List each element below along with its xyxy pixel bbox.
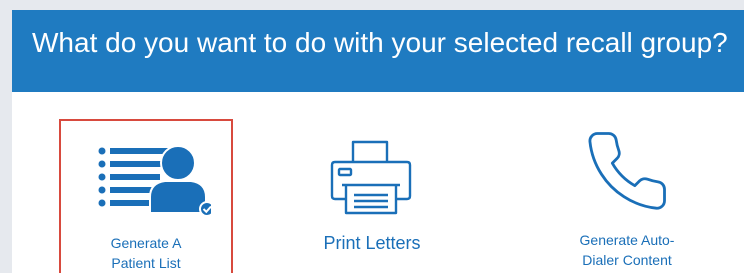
dialog-header: What do you want to do with your selecte… [12,10,744,92]
recall-action-dialog: What do you want to do with your selecte… [12,10,744,273]
generate-auto-dialer-option[interactable]: Generate Auto- Dialer Content [552,118,702,273]
generate-patient-list-line2: Patient List [111,255,181,271]
print-letters-option[interactable]: Print Letters [302,130,442,260]
generate-auto-dialer-line1: Generate Auto- [579,232,675,248]
generate-patient-list-label: Generate A Patient List [61,233,231,273]
generate-patient-list-line1: Generate A [110,235,182,251]
print-letters-label: Print Letters [323,233,421,253]
generate-auto-dialer-label: Generate Auto- Dialer Content [552,230,702,270]
dialog-title: What do you want to do with your selecte… [32,27,728,58]
generate-auto-dialer-line2: Dialer Content [582,252,672,268]
generate-patient-list-option[interactable]: Generate A Patient List [59,119,233,273]
